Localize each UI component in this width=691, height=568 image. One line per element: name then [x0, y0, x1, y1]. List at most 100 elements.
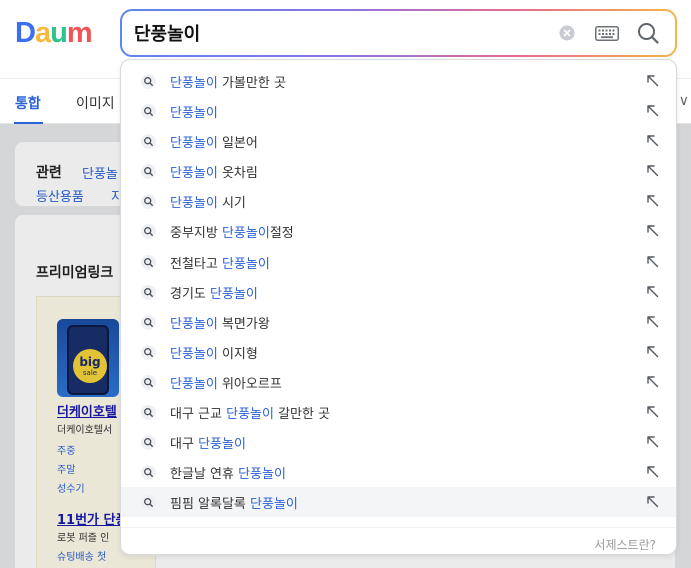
suggestion-item[interactable]: 단풍놀이 위아오르프: [121, 367, 676, 397]
related-link[interactable]: 단풍놀: [82, 163, 118, 182]
suggestion-match: 단풍놀이: [170, 196, 218, 212]
suggestion-suffix: 가볼만한 곳: [217, 76, 286, 91]
suggestion-match: 단풍놀이: [170, 316, 218, 332]
logo-letter-d: D: [15, 17, 36, 49]
search-icon: [141, 314, 156, 330]
suggestion-item[interactable]: 단풍놀이 일본어: [121, 126, 676, 156]
suggestion-match: 단풍놀이: [170, 346, 218, 362]
suggestion-suffix: 시기: [217, 196, 246, 212]
suggestion-suffix: 옷차림: [217, 166, 258, 182]
fill-query-arrow-icon[interactable]: [646, 435, 659, 448]
suggestion-item[interactable]: 단풍놀이 복면가왕: [121, 307, 676, 337]
suggestion-item[interactable]: 단풍놀이: [121, 96, 676, 126]
search-icon: [141, 254, 156, 270]
more-tabs-chevron-icon[interactable]: ∨: [679, 93, 689, 109]
suggestion-item[interactable]: 경기도 단풍놀이: [121, 277, 676, 307]
badge-sale-text: sale: [82, 369, 98, 377]
keyboard-icon[interactable]: [595, 26, 619, 41]
search-icon[interactable]: [637, 22, 659, 44]
suggestion-text: 전철타고 단풍놀이: [170, 253, 270, 272]
fill-query-arrow-icon[interactable]: [646, 194, 659, 207]
tab-all[interactable]: 통합: [15, 93, 41, 113]
badge-big-text: big: [79, 355, 101, 369]
fill-query-arrow-icon[interactable]: [646, 285, 659, 298]
ad-sublink[interactable]: 주중: [57, 442, 75, 457]
search-input[interactable]: [134, 20, 534, 46]
search-box: [120, 9, 677, 57]
suggestion-item[interactable]: 한글날 연휴 단풍놀이: [121, 457, 676, 487]
logo-letter-a: a: [34, 17, 51, 49]
suggestion-text: 핌핌 알록달록 단풍놀이: [170, 493, 298, 512]
suggestion-suffix: 이지형: [217, 346, 258, 362]
suggestion-item[interactable]: 전철타고 단풍놀이: [121, 247, 676, 277]
fill-query-arrow-icon[interactable]: [646, 375, 659, 388]
fill-query-arrow-icon[interactable]: [646, 255, 659, 268]
suggestion-item[interactable]: 중부지방 단풍놀이절정: [121, 216, 676, 246]
suggestion-match: 단풍놀이: [238, 467, 286, 483]
fill-query-arrow-icon[interactable]: [646, 345, 659, 358]
search-icon: [141, 224, 156, 240]
tab-active-underline: [14, 122, 43, 124]
ad-title-link[interactable]: 11번가 단풍: [57, 509, 127, 528]
suggestion-item[interactable]: 핌핌 알록달록 단풍놀이: [121, 487, 676, 518]
suggestion-match: 단풍놀이: [210, 286, 258, 302]
search-icon: [141, 194, 156, 210]
fill-query-arrow-icon[interactable]: [646, 164, 659, 177]
search-icon: [141, 284, 156, 300]
fill-query-arrow-icon[interactable]: [646, 104, 659, 117]
suggestion-match: 단풍놀이: [198, 437, 246, 453]
ad-sublink[interactable]: 성수기: [57, 480, 85, 495]
suggestion-text: 한글날 연휴 단풍놀이: [170, 463, 286, 482]
phone-graphic: big sale: [67, 325, 109, 395]
suggestion-item[interactable]: 단풍놀이 이지형: [121, 337, 676, 367]
fill-query-arrow-icon[interactable]: [646, 224, 659, 237]
suggestion-text: 경기도 단풍놀이: [170, 283, 258, 302]
related-title: 관련: [36, 165, 62, 181]
fill-query-arrow-icon[interactable]: [646, 495, 659, 508]
search-icon: [141, 405, 156, 421]
ad-sublink[interactable]: 슈팅배송 첫: [57, 548, 106, 563]
suggestion-item[interactable]: 대구 근교 단풍놀이 갈만한 곳: [121, 397, 676, 427]
daum-logo[interactable]: Daum: [15, 17, 93, 49]
fill-query-arrow-icon[interactable]: [646, 134, 659, 147]
sale-badge: big sale: [73, 349, 107, 383]
suggestion-text: 단풍놀이 일본어: [170, 132, 258, 151]
tab-images[interactable]: 이미지: [76, 93, 115, 113]
suggestion-item[interactable]: 대구 단풍놀이: [121, 427, 676, 457]
suggestion-prefix: 대구: [170, 437, 199, 453]
suggestion-text: 단풍놀이 복면가왕: [170, 313, 270, 332]
ad-description: 더케이호텔서: [57, 425, 113, 436]
ad-description: 로봇 퍼즐 인: [57, 533, 110, 544]
ad-title-link[interactable]: 더케이호텔: [57, 401, 117, 420]
related-link[interactable]: 등산용품: [36, 186, 84, 205]
ad-thumbnail[interactable]: big sale: [57, 319, 119, 397]
suggestion-match: 단풍놀이: [250, 497, 298, 513]
suggestion-match: 단풍놀이: [226, 407, 274, 423]
search-icon: [141, 74, 156, 89]
suggestion-match: 단풍놀이: [221, 256, 270, 272]
suggestion-match: 단풍놀이: [170, 106, 218, 122]
suggestion-list: 단풍놀이 가볼만한 곳 단풍놀이 단풍놀이 일본어 단풍놀이 옷차림 단풍놀이 시기 중부…: [121, 66, 676, 518]
suggestion-prefix: 대구 근교: [170, 407, 227, 423]
search-icon: [141, 164, 156, 180]
fill-query-arrow-icon[interactable]: [646, 405, 659, 418]
search-icon: [141, 344, 156, 360]
search-icon: [141, 374, 156, 390]
suggestion-item[interactable]: 단풍놀이 가볼만한 곳: [121, 66, 676, 96]
suggestion-item[interactable]: 단풍놀이 시기: [121, 186, 676, 216]
suggestion-text: 단풍놀이 옷차림: [170, 162, 258, 181]
suggestion-text: 대구 단풍놀이: [170, 433, 246, 452]
ad-sublink[interactable]: 주말: [57, 461, 75, 476]
suggestion-item[interactable]: 단풍놀이 옷차림: [121, 156, 676, 186]
suggest-info-link[interactable]: 서제스트란?: [594, 536, 656, 553]
suggestion-prefix: 중부지방: [170, 226, 222, 242]
suggestion-prefix: 전철타고: [170, 256, 222, 272]
suggestion-match: 단풍놀이: [221, 226, 270, 242]
fill-query-arrow-icon[interactable]: [646, 74, 659, 87]
search-icon: [141, 465, 156, 481]
fill-query-arrow-icon[interactable]: [646, 465, 659, 478]
clear-icon[interactable]: [559, 25, 575, 41]
fill-query-arrow-icon[interactable]: [646, 315, 659, 328]
logo-letter-m: m: [66, 17, 93, 49]
suggestion-text: 단풍놀이: [170, 102, 218, 121]
